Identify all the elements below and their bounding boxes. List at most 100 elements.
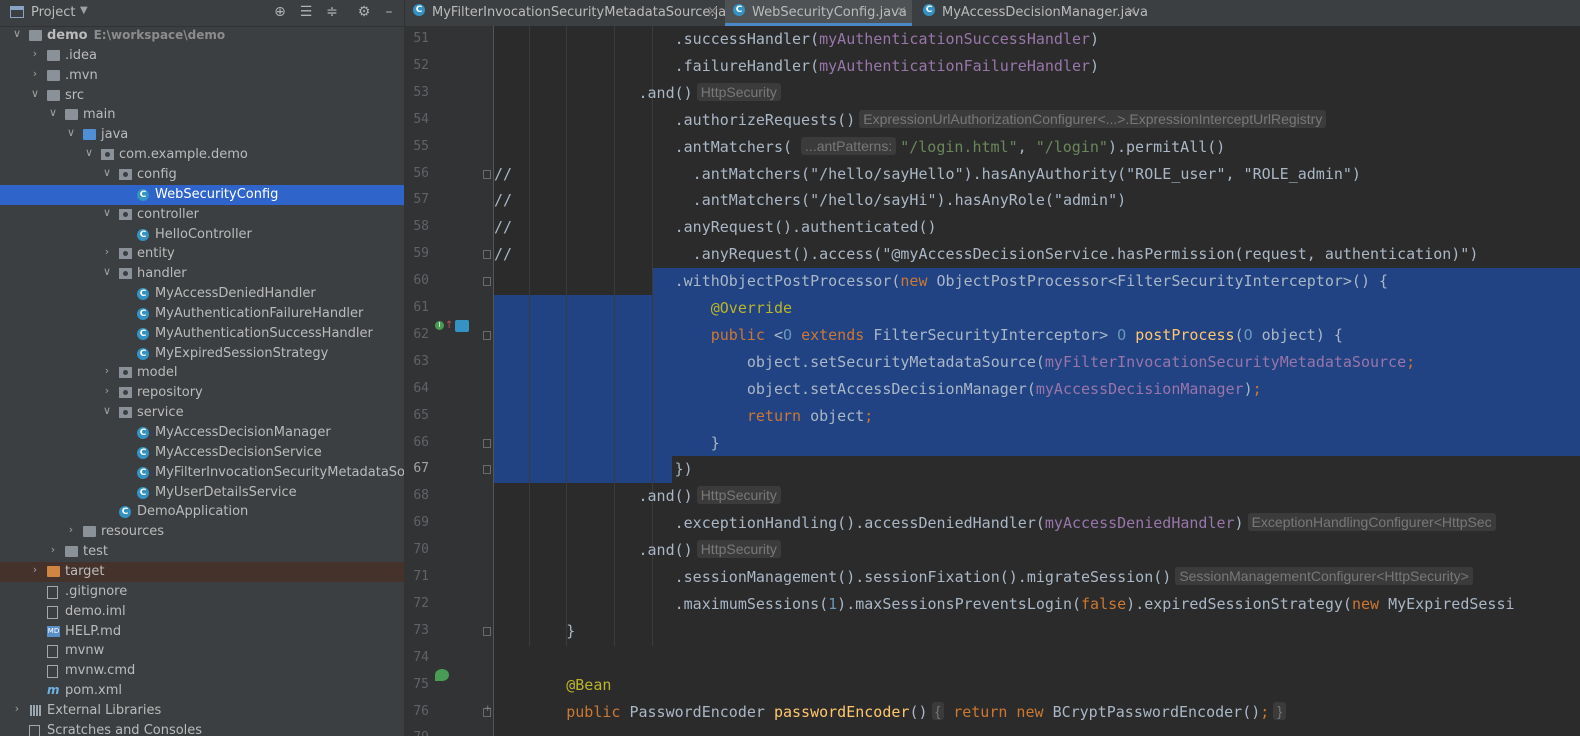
tree-item-target[interactable]: › target [0,561,404,582]
code-editor[interactable]: I ↑ 51 52 53 54 55 56 57 58 59 60 61 62 63 64 65 66 67 68… [405,26,1580,736]
fold-marker-icon[interactable] [483,169,491,179]
code-line[interactable]: object.setAccessDecisionManager(myAccess… [494,376,1262,403]
code-line[interactable]: object.setSecurityMetadataSource(myFilte… [494,349,1415,376]
fold-marker-icon[interactable] [483,438,491,448]
chevron-right-icon[interactable]: › [101,245,113,258]
line-number[interactable]: 76 [405,704,429,719]
gear-icon[interactable]: ⚙ [356,4,372,20]
tree-item-help-md[interactable]: MD HELP.md [0,622,404,642]
tree-item-mvn[interactable]: › .mvn [0,66,404,86]
chevron-right-icon[interactable]: › [29,67,41,80]
locate-icon[interactable]: ⊕ [272,4,288,20]
code-line[interactable]: // .antMatchers("/hello/sayHello").hasAn… [494,161,1361,188]
tab-myaccessdecisionmanager[interactable]: C MyAccessDecisionManager.java × [915,0,1148,26]
expand-all-icon[interactable]: ☰ [298,4,314,20]
chevron-right-icon[interactable]: › [11,702,23,715]
code-line[interactable]: return object; [494,403,873,430]
code-line[interactable]: .maximumSessions(1).maxSessionsPreventsL… [494,591,1515,618]
code-line[interactable]: } [494,618,575,645]
line-number[interactable]: 69 [405,515,429,530]
hide-icon[interactable]: – [381,4,397,20]
tree-item-hellocontroller[interactable]: C HelloController [0,225,404,245]
tree-item-myaccessdeniedhandler[interactable]: C MyAccessDeniedHandler [0,284,404,304]
override-arrow-icon[interactable]: ↑ [445,320,453,331]
close-icon[interactable]: × [1126,4,1137,19]
line-number[interactable]: 68 [405,488,429,503]
tree-item-mvnw[interactable]: mvnw [0,641,404,661]
tree-item-gitignore[interactable]: .gitignore [0,582,404,602]
tree-item-websecurityconfig[interactable]: C WebSecurityConfig [0,184,404,205]
chevron-down-icon[interactable]: ∨ [101,265,113,278]
line-number[interactable]: 75 [405,677,429,692]
tab-myfilterinvocationsecuritymetadatasource[interactable]: C MyFilterInvocationSecurityMetadataSour… [405,0,742,26]
tree-item-myauthenticationfailurehandler[interactable]: C MyAuthenticationFailureHandler [0,304,404,324]
fold-marker-icon[interactable] [483,465,491,475]
tree-item-external-libraries[interactable]: › External Libraries [0,701,404,721]
line-number[interactable]: 60 [405,273,429,288]
code-line[interactable]: .authorizeRequests() ExpressionUrlAuthori… [494,107,1327,134]
project-panel-title[interactable]: Project [31,5,75,20]
line-number[interactable]: 56 [405,166,429,181]
tree-item-controller[interactable]: ∨ controller [0,205,404,225]
chevron-right-icon[interactable]: › [29,563,41,576]
close-icon[interactable]: × [896,4,907,19]
code-line[interactable]: } [494,430,720,457]
code-line[interactable]: // .anyRequest().authenticated() [494,214,937,241]
close-icon[interactable]: × [707,4,718,19]
chevron-down-icon[interactable]: ∨ [101,206,113,219]
line-number[interactable]: 72 [405,596,429,611]
line-number[interactable]: 71 [405,569,429,584]
tree-item-config[interactable]: ∨ config [0,165,404,185]
chevron-down-icon[interactable]: ∨ [65,126,77,139]
tree-item-main[interactable]: ∨ main [0,105,404,125]
tree-item-demo[interactable]: ∨ demo E:\workspace\demo [0,26,404,46]
fold-marker-icon[interactable] [483,250,491,260]
fold-marker-icon[interactable] [483,330,491,340]
code-line[interactable]: .failureHandler(myAuthenticationFailureH… [494,53,1099,80]
line-number[interactable]: 55 [405,139,429,154]
line-number[interactable]: 63 [405,354,429,369]
tab-websecurityconfig[interactable]: C WebSecurityConfig.java × [725,0,912,26]
code-line[interactable]: .withObjectPostProcessor(new ObjectPostP… [494,268,1388,295]
tree-item-demo-iml[interactable]: demo.iml [0,602,404,622]
tree-item-repository[interactable]: › repository [0,383,404,403]
chevron-down-icon[interactable]: ∨ [11,27,23,40]
line-number[interactable]: 66 [405,435,429,450]
line-number[interactable]: 58 [405,219,429,234]
code-line[interactable]: .and() HttpSecurity [494,80,781,107]
chevron-right-icon[interactable]: › [65,523,77,536]
line-number[interactable]: 67 [405,461,429,476]
tree-item-myauthenticationsuccesshandler[interactable]: C MyAuthenticationSuccessHandler [0,324,404,344]
code-line[interactable]: .exceptionHandling().accessDeniedHandler… [494,510,1496,537]
chevron-down-icon[interactable]: ∨ [101,166,113,179]
tree-item-resources[interactable]: › resources [0,522,404,542]
chevron-right-icon[interactable]: › [101,384,113,397]
line-number[interactable]: 73 [405,623,429,638]
line-number[interactable]: 57 [405,192,429,207]
tree-item-test[interactable]: › test [0,542,404,562]
code-line[interactable]: .and() HttpSecurity [494,537,781,564]
tree-item-handler[interactable]: ∨ handler [0,264,404,284]
fold-marker-icon[interactable] [483,704,492,717]
tree-item-myuserdetailsservice[interactable]: C MyUserDetailsService [0,483,404,503]
tree-item-src[interactable]: ∨ src [0,86,404,106]
tree-item-demoapplication[interactable]: C DemoApplication [0,502,404,522]
fold-marker-icon[interactable] [483,626,491,636]
bean-icon[interactable] [435,669,449,681]
tree-item-entity[interactable]: › entity [0,244,404,264]
code-line[interactable]: .and() HttpSecurity [494,483,781,510]
code-line[interactable]: public <O extends FilterSecurityIntercep… [494,322,1343,349]
code-line[interactable]: // .antMatchers("/hello/sayHi").hasAnyRo… [494,187,1126,214]
code-line[interactable]: .successHandler(myAuthenticationSuccessH… [494,26,1099,53]
line-number[interactable]: 54 [405,112,429,127]
tree-item-com-example-demo[interactable]: ∨ com.example.demo [0,145,404,165]
code-area[interactable]: .successHandler(myAuthenticationSuccessH… [494,26,1580,736]
tree-item-pom-xml[interactable]: m pom.xml [0,681,404,701]
tree-item-idea[interactable]: › .idea [0,46,404,66]
chevron-right-icon[interactable]: › [47,543,59,556]
tree-item-myaccessdecisionservice[interactable]: C MyAccessDecisionService [0,443,404,463]
fold-marker-icon[interactable] [483,277,491,287]
line-number[interactable]: 70 [405,542,429,557]
chevron-down-icon[interactable]: ∨ [47,106,59,119]
chevron-right-icon[interactable]: › [101,364,113,377]
